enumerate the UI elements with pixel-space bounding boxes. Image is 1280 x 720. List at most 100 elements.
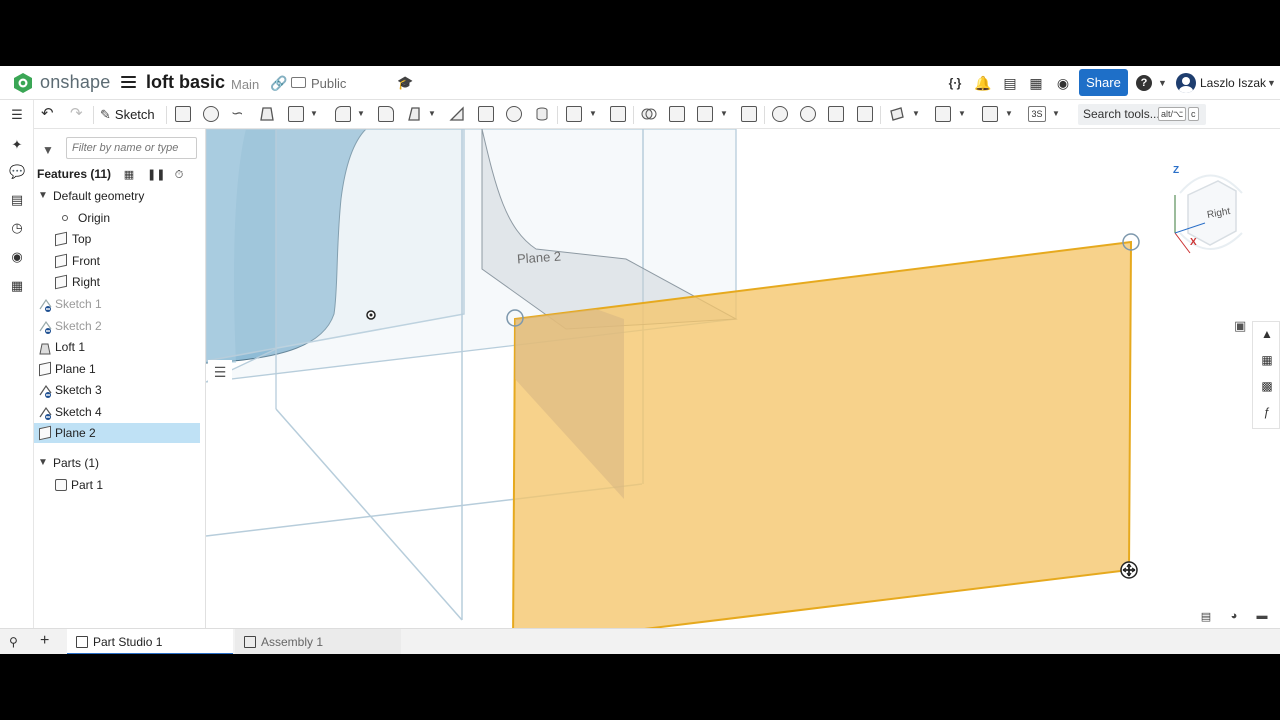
graphics-viewport[interactable]: Plane 2 ☰ Z X Right ▣ ▼ ▲ ▦ ▩ ƒ (206, 129, 1280, 628)
thicken-icon[interactable] (288, 106, 304, 122)
tree-item-origin[interactable]: Origin (34, 208, 200, 228)
folder-icon[interactable] (291, 77, 306, 88)
draft-icon[interactable] (406, 106, 422, 122)
history-icon[interactable]: ◷ (9, 220, 25, 236)
hamburger-menu-icon[interactable] (121, 76, 136, 90)
move-face-icon[interactable] (828, 106, 844, 122)
transform-icon[interactable] (697, 106, 713, 122)
delete-face-icon[interactable] (800, 106, 816, 122)
link-icon[interactable]: 🔗 (270, 75, 287, 92)
undo-icon[interactable]: ↶ (41, 106, 57, 122)
add-tab-icon[interactable]: + (40, 632, 49, 650)
measure-icon[interactable]: ▤ (1198, 610, 1214, 624)
customize-palette-icon[interactable]: ◉ (1054, 74, 1072, 92)
curve-chevron-down-icon[interactable]: ▼ (1005, 109, 1013, 118)
share-button[interactable]: Share (1079, 69, 1128, 96)
search-tools-button[interactable]: Search tools... alt/⌥ c (1078, 104, 1206, 125)
revolve-icon[interactable] (203, 106, 219, 122)
view-orientation-icon[interactable]: ▣ (1234, 318, 1246, 334)
inspect-icon[interactable]: ◉ (9, 249, 25, 265)
view-tools-icon[interactable]: ▬ (1254, 610, 1270, 624)
appearance-icon[interactable]: ▲ (1259, 326, 1275, 342)
chamfer-icon[interactable] (378, 106, 394, 122)
tree-item-plane-2[interactable]: Plane 2 (34, 423, 200, 443)
tree-item-top[interactable]: Top (34, 229, 200, 249)
replace-face-icon[interactable] (857, 106, 873, 122)
tree-group-parts[interactable]: ▼ Parts (1) (34, 453, 200, 473)
cylinder-icon[interactable] (534, 106, 550, 122)
boolean-icon[interactable] (641, 106, 657, 122)
mirror-icon[interactable] (610, 106, 626, 122)
document-title[interactable]: loft basic (146, 72, 225, 93)
variables-icon[interactable]: ▦ (9, 278, 25, 294)
filter-icon[interactable]: ▼ (42, 143, 54, 157)
loft-icon[interactable] (259, 106, 275, 122)
configurations-icon[interactable]: ƒ (1259, 404, 1275, 420)
timer-icon[interactable]: ⏱ (172, 168, 186, 182)
tree-item-sketch-4[interactable]: Sketch 4 (34, 402, 200, 422)
tree-item-sketch-2[interactable]: Sketch 2 (34, 316, 200, 336)
insert-icon[interactable]: ✦ (9, 137, 25, 153)
sketch-button[interactable]: ✎ Sketch (100, 104, 155, 126)
view-cube[interactable]: Z X Right (1160, 153, 1260, 263)
plane-chevron-down-icon[interactable]: ▼ (912, 109, 920, 118)
part-item[interactable]: Part 1 (34, 475, 200, 495)
tree-item-sketch-3[interactable]: Sketch 3 (34, 380, 200, 400)
mate-connector-icon[interactable] (935, 106, 951, 122)
tab-assembly-1[interactable]: Assembly 1 (235, 629, 401, 654)
surfacing-chevron-down-icon[interactable]: ▼ (1052, 109, 1060, 118)
add-folder-icon[interactable]: ▦ (122, 168, 136, 182)
split-icon[interactable] (669, 106, 685, 122)
chevron-down-icon[interactable]: ▼ (38, 186, 48, 206)
fillet-chevron-down-icon[interactable]: ▼ (357, 109, 365, 118)
tree-group-default-geometry[interactable]: ▼ Default geometry (34, 186, 200, 206)
feature-filter-input[interactable] (66, 137, 197, 159)
draft-chevron-down-icon[interactable]: ▼ (428, 109, 436, 118)
notifications-bell-icon[interactable]: 🔔 (974, 74, 992, 92)
tree-item-right[interactable]: Right (34, 272, 200, 292)
help-chevron-down-icon[interactable]: ▼ (1158, 78, 1167, 88)
user-chevron-down-icon[interactable]: ▼ (1267, 78, 1276, 88)
hole-icon[interactable] (506, 106, 522, 122)
comments-icon[interactable]: 💬 (9, 164, 25, 180)
sweep-icon[interactable]: ∽ (231, 106, 247, 122)
feature-list-toggle-icon[interactable]: ☰ (208, 360, 232, 384)
mate-connector-chevron-down-icon[interactable]: ▼ (958, 109, 966, 118)
delete-part-icon[interactable] (741, 106, 757, 122)
shell-icon[interactable] (478, 106, 494, 122)
mass-properties-icon[interactable]: ◕ (1226, 610, 1242, 624)
learning-center-icon[interactable]: 🎓 (397, 75, 413, 91)
app-store-icon[interactable]: ▦ (1027, 74, 1045, 92)
tab-part-studio-1[interactable]: Part Studio 1 (67, 629, 233, 654)
modify-fillet-icon[interactable] (772, 106, 788, 122)
pause-rollback-icon[interactable]: ❚❚ (147, 168, 165, 182)
tree-item-plane-1[interactable]: Plane 1 (34, 359, 200, 379)
user-avatar[interactable] (1176, 73, 1196, 93)
display-states-icon[interactable]: ▦ (1259, 352, 1275, 368)
thicken-chevron-down-icon[interactable]: ▼ (310, 109, 318, 118)
chevron-down-icon[interactable]: ▼ (38, 453, 48, 473)
redo-icon[interactable]: ↷ (70, 106, 86, 122)
rib-icon[interactable] (449, 106, 465, 122)
linear-pattern-icon[interactable] (566, 106, 582, 122)
feature-list-icon[interactable]: ☰ (9, 107, 25, 123)
extrude-icon[interactable] (175, 106, 191, 122)
helix-icon[interactable] (982, 106, 998, 122)
tree-item-sketch-1[interactable]: Sketch 1 (34, 294, 200, 314)
model-canvas[interactable] (206, 129, 1280, 628)
pattern-chevron-down-icon[interactable]: ▼ (589, 109, 597, 118)
transform-chevron-down-icon[interactable]: ▼ (720, 109, 728, 118)
tree-item-loft-1[interactable]: Loft 1 (34, 337, 200, 357)
3s-badge-icon[interactable]: 3S (1028, 106, 1046, 122)
tab-search-icon[interactable]: ⚲ (9, 635, 18, 649)
fillet-icon[interactable] (335, 106, 351, 122)
tree-item-front[interactable]: Front (34, 251, 200, 271)
onshape-logo-icon[interactable] (12, 72, 34, 94)
plane-icon[interactable] (889, 106, 905, 122)
notes-icon[interactable]: ▤ (1001, 74, 1019, 92)
featurescript-icon[interactable]: {∙} (946, 74, 964, 92)
branch-name[interactable]: Main (231, 77, 259, 92)
section-view-icon[interactable]: ▩ (1259, 378, 1275, 394)
properties-icon[interactable]: ▤ (9, 192, 25, 208)
help-icon[interactable]: ? (1136, 75, 1152, 91)
